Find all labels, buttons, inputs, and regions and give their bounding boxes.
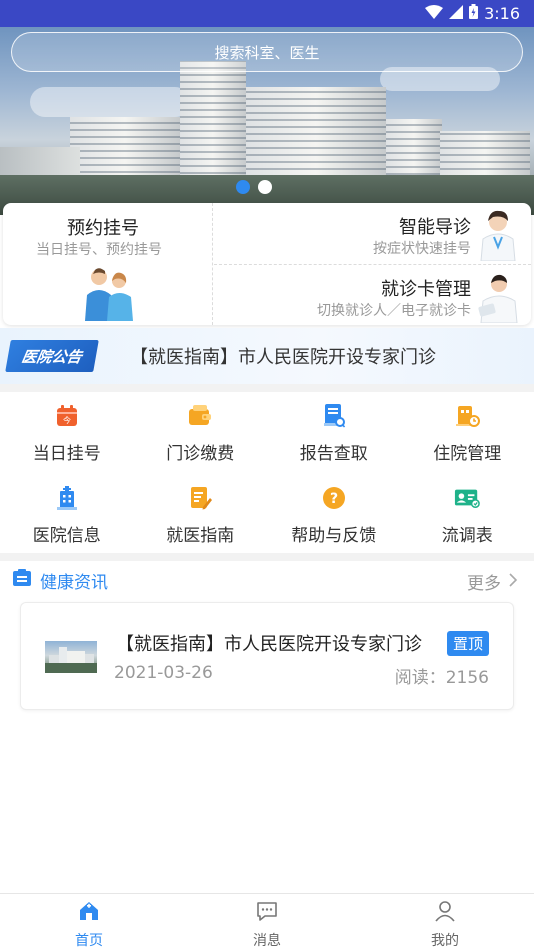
card-management-subtitle: 切换就诊人／电子就诊卡 [317,303,471,319]
carousel-dot-active[interactable] [236,180,250,194]
grid-item-outpatient-payment[interactable]: 门诊缴费 [134,393,268,475]
grid-label: 流调表 [441,526,493,546]
grid-item-today-register[interactable]: 今 当日挂号 [0,393,134,475]
carousel-dot[interactable] [258,180,272,194]
news-read-count: 阅读：2156 [394,668,489,688]
grid-item-hospital-info[interactable]: 医院信息 [0,475,134,553]
nav-label: 首页 [75,933,103,949]
announcement-logo: 医院公告 [5,340,99,372]
appointment-subtitle: 当日挂号、预约挂号 [36,242,162,258]
nav-home[interactable]: 首页 [0,894,178,950]
battery-icon [469,4,479,23]
nav-label: 消息 [253,933,281,949]
news-thumbnail [45,641,97,673]
more-label: 更多 [467,574,501,594]
wallet-icon [187,403,213,429]
news-title: 【就医指南】市人民医院开设专家门诊 [116,634,422,655]
grid-label: 报告查取 [299,444,368,464]
home-icon [77,899,101,927]
section-divider [0,553,534,561]
hospital-banner[interactable]: 搜索科室、医生 [0,27,534,215]
signal-icon [449,4,464,23]
grid-item-report-query[interactable]: 报告查取 [267,393,401,475]
news-item[interactable]: 【就医指南】市人民医院开设专家门诊 置顶 2021-03-26 阅读：2156 [20,602,514,710]
grid-label: 帮助与反馈 [291,526,377,546]
announcement-bar[interactable]: 医院公告 【就医指南】市人民医院开设专家门诊 [0,328,534,384]
user-icon [433,899,457,927]
message-icon [255,899,279,927]
carousel-indicator [236,180,272,194]
function-grid: 今 当日挂号 门诊缴费 报告查取 住院管理 医院信息 就医指南 ? 帮助与反馈 … [0,393,534,553]
card-management-title: 就诊卡管理 [381,279,471,300]
building-tower [180,61,246,181]
grid-label: 住院管理 [433,444,502,464]
guide-edit-icon [187,485,213,511]
grid-item-epidemic-form[interactable]: 流调表 [401,475,534,553]
doctors-illustration [85,268,133,321]
nav-label: 我的 [431,933,459,949]
grid-label: 门诊缴费 [166,444,235,464]
nurse-avatar [480,210,516,261]
nav-messages[interactable]: 消息 [178,894,356,950]
card-management-card[interactable]: 就诊卡管理 切换就诊人／电子就诊卡 [214,265,531,325]
grid-label: 当日挂号 [32,444,101,464]
id-card-icon [454,485,481,511]
report-search-icon [321,403,347,429]
health-news-header: 健康资讯 更多 [0,562,534,598]
appointment-title: 预约挂号 [67,218,139,239]
more-link[interactable]: 更多 [467,569,518,594]
search-input[interactable]: 搜索科室、医生 [11,32,523,72]
grid-item-inpatient[interactable]: 住院管理 [401,393,534,475]
announcement-logo-text: 医院公告 [20,347,84,366]
health-news-title: 健康资讯 [40,572,108,593]
service-panel: 预约挂号 当日挂号、预约挂号 智能导诊 按症状快速挂号 就诊卡管理 切换就诊人／… [3,203,531,325]
bottom-nav: 首页 消息 我的 [0,893,534,950]
announcement-text[interactable]: 【就医指南】市人民医院开设专家门诊 [130,343,436,369]
nav-profile[interactable]: 我的 [356,894,534,950]
svg-text:今: 今 [63,415,71,425]
hospital-building-icon [54,485,80,511]
inpatient-icon [454,403,481,429]
smart-guide-subtitle: 按症状快速挂号 [373,241,471,257]
smart-guide-card[interactable]: 智能导诊 按症状快速挂号 [214,203,531,265]
appointment-card[interactable]: 预约挂号 当日挂号、预约挂号 [3,203,213,325]
status-time: 3:16 [484,4,520,23]
smart-guide-title: 智能导诊 [399,217,471,238]
grid-label: 医院信息 [32,526,101,546]
grid-label: 就医指南 [166,526,235,546]
news-list-icon [12,568,32,592]
doctor-avatar [478,274,518,323]
news-date: 2021-03-26 [114,663,213,683]
section-divider [0,384,534,392]
wifi-icon [425,4,444,23]
grid-item-help-feedback[interactable]: ? 帮助与反馈 [267,475,401,553]
search-placeholder: 搜索科室、医生 [214,43,320,62]
help-icon: ? [321,485,347,511]
calendar-today-icon: 今 [54,403,80,429]
grid-item-medical-guide[interactable]: 就医指南 [134,475,268,553]
status-bar: 3:16 [0,0,534,27]
svg-text:?: ? [330,491,338,507]
pinned-badge: 置顶 [446,631,489,656]
chevron-right-icon [509,572,518,592]
